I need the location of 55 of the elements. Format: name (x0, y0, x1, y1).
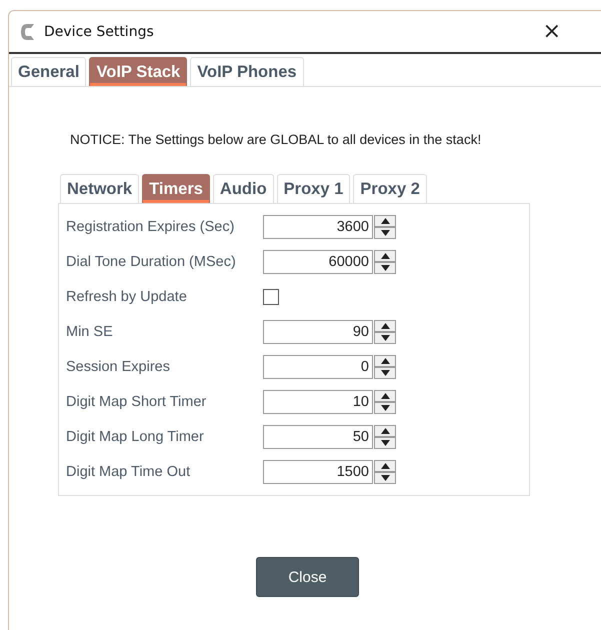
down-arrow-icon (380, 264, 390, 270)
field-label: Session Expires (66, 358, 171, 374)
notice-text: NOTICE: The Settings below are GLOBAL to all devices in the stack! (70, 132, 482, 147)
decrement-button[interactable] (374, 226, 396, 238)
close-button[interactable]: Close (256, 557, 359, 597)
up-arrow-icon (380, 462, 390, 468)
field-label: Digit Map Long Timer (66, 428, 205, 444)
increment-button[interactable] (374, 250, 396, 262)
number-field[interactable]: 1500 (263, 460, 373, 484)
tab[interactable]: Audio (212, 174, 274, 203)
up-arrow-icon (380, 358, 390, 364)
increment-button[interactable] (374, 390, 396, 402)
field-label: Refresh by Update (66, 288, 188, 304)
decrement-button[interactable] (374, 436, 396, 448)
tab[interactable]: Proxy 2 (353, 174, 427, 203)
down-arrow-icon (380, 370, 390, 376)
number-field[interactable]: 0 (263, 354, 373, 378)
number-field[interactable]: 10 (263, 390, 373, 414)
up-arrow-icon (380, 322, 390, 328)
field-label: Dial Tone Duration (MSec) (66, 254, 237, 270)
increment-button[interactable] (374, 460, 396, 472)
down-arrow-icon (380, 404, 390, 410)
field-label: Registration Expires (Sec) (66, 218, 236, 234)
tab[interactable]: VoIP Stack (89, 57, 188, 86)
down-arrow-icon (380, 334, 390, 340)
up-arrow-icon (380, 428, 390, 434)
decrement-button[interactable] (374, 366, 396, 378)
increment-button[interactable] (374, 424, 396, 436)
tab[interactable]: VoIP Phones (190, 57, 304, 86)
field-label: Min SE (66, 324, 114, 340)
tab[interactable]: Network (60, 174, 140, 203)
down-arrow-icon (380, 440, 390, 446)
decrement-button[interactable] (374, 472, 396, 484)
up-arrow-icon (380, 392, 390, 398)
number-field[interactable]: 3600 (263, 214, 373, 238)
checkbox[interactable] (263, 288, 279, 304)
tab[interactable]: General (11, 57, 86, 86)
number-field[interactable]: 60000 (263, 250, 373, 274)
increment-button[interactable] (374, 320, 396, 332)
field-label: Digit Map Short Timer (66, 394, 208, 410)
up-arrow-icon (380, 252, 390, 258)
decrement-button[interactable] (374, 262, 396, 274)
up-arrow-icon (380, 218, 390, 224)
decrement-button[interactable] (374, 402, 396, 414)
number-field[interactable]: 50 (263, 424, 373, 448)
down-arrow-icon (380, 230, 390, 236)
field-label: Digit Map Time Out (66, 464, 192, 480)
window-title: Device Settings (44, 24, 154, 40)
decrement-button[interactable] (374, 332, 396, 344)
down-arrow-icon (380, 474, 390, 480)
increment-button[interactable] (374, 354, 396, 366)
tab[interactable]: Proxy 1 (276, 174, 350, 203)
tab[interactable]: Timers (142, 174, 210, 203)
number-field[interactable]: 90 (263, 320, 373, 344)
increment-button[interactable] (374, 214, 396, 226)
